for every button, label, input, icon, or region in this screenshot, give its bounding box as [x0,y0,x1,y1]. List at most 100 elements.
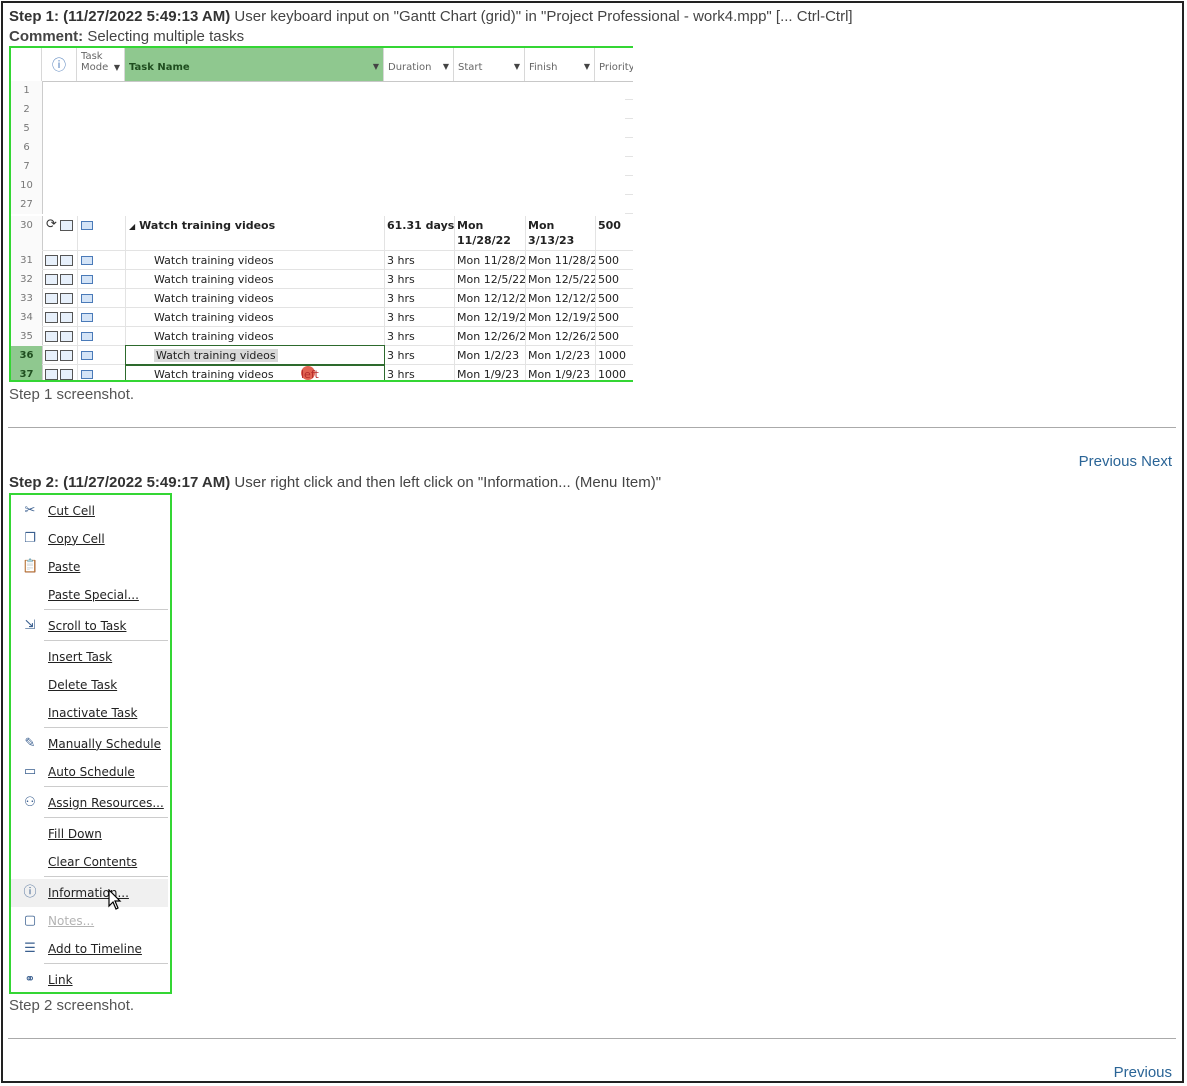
menu-separator [44,817,168,818]
grid-vline [525,216,526,380]
start-cell[interactable]: Mon 12/5/22 [457,270,525,289]
menu-item-clear-contents[interactable]: Clear Contents [11,848,168,876]
priority-cell[interactable]: 500 [598,251,619,270]
priority-cell[interactable]: 500 [598,270,619,289]
priority-cell[interactable]: 500 [598,289,619,308]
summary-priority[interactable]: 500 [598,216,621,235]
row-number[interactable]: 6 [11,138,43,157]
priority-cell[interactable]: 500 [598,308,619,327]
chevron-down-icon[interactable]: ▼ [514,62,520,71]
duration-cell[interactable]: 3 hrs [387,289,415,308]
task-name-cell[interactable]: Watch training videos [154,308,274,327]
summary-start-date[interactable]: 11/28/22 [457,231,511,250]
menu-item-inactivate-task[interactable]: Inactivate Task [11,699,168,727]
finish-cell[interactable]: Mon 1/9/23 [528,365,595,380]
menu-item-link[interactable]: ⚭ Link [11,966,168,994]
row-number[interactable]: 7 [11,157,43,176]
start-cell[interactable]: Mon 1/9/23 [457,365,525,380]
menu-item-notes[interactable]: ▢ Notes... [11,907,168,935]
next-link[interactable]: Next [1141,453,1172,470]
menu-item-assign-resources[interactable]: ⚇ Assign Resources... [11,789,168,817]
finish-cell[interactable]: Mon 12/5/22 [528,270,595,289]
start-cell[interactable]: Mon 1/2/23 [457,346,525,365]
row-number[interactable]: 30 [11,216,43,235]
duration-cell[interactable]: 3 hrs [387,270,415,289]
row-number[interactable]: 35 [11,327,43,346]
menu-item-scroll-to-task[interactable]: ⇲ Scroll to Task [11,612,168,640]
chevron-down-icon[interactable]: ▼ [373,62,379,71]
menu-item-copy-cell[interactable]: ❐ Copy Cell [11,525,168,553]
chevron-down-icon[interactable]: ▼ [114,62,120,73]
row-number[interactable]: 36 [11,346,43,365]
comment-label: Comment: [9,28,84,45]
duration-cell[interactable]: 3 hrs [387,327,415,346]
column-duration[interactable]: Duration ▼ [384,48,454,81]
chevron-down-icon[interactable]: ▼ [584,62,590,71]
task-name-cell[interactable]: Watch training videos [154,327,274,346]
column-task-name[interactable]: Task Name ▼ [125,48,384,81]
row-number[interactable]: 32 [11,270,43,289]
selected-cell-outline [125,364,385,380]
finish-cell[interactable]: Mon 12/26/2 [528,327,595,346]
row-number[interactable]: 5 [11,119,43,138]
row-number[interactable]: 31 [11,251,43,270]
duration-cell[interactable]: 3 hrs [387,308,415,327]
menu-separator [44,640,168,641]
duration-cell[interactable]: 3 hrs [387,346,415,365]
priority-cell[interactable]: 1000 [598,346,626,365]
priority-cell[interactable]: 500 [598,327,619,346]
menu-item-paste-special[interactable]: Paste Special... [11,581,168,609]
row-number[interactable]: 1 [11,81,43,100]
task-notes-icon [60,350,73,361]
start-cell[interactable]: Mon 12/26/2 [457,327,525,346]
corner-cell[interactable] [11,48,42,81]
menu-item-auto-schedule[interactable]: ▭ Auto Schedule [11,758,168,786]
menu-item-manually-schedule[interactable]: ✎ Manually Schedule [11,730,168,758]
finish-cell[interactable]: Mon 12/12/2 [528,289,595,308]
task-name-cell[interactable]: Watch training videos [154,289,274,308]
menu-item-paste[interactable]: 📋 Paste [11,553,168,581]
summary-duration[interactable]: 61.31 days [387,216,454,235]
row-number[interactable]: 27 [11,195,43,214]
column-task-mode[interactable]: Task Mode ▼ [77,48,125,81]
menu-item-fill-down[interactable]: Fill Down [11,820,168,848]
menu-item-information[interactable]: ⓘ Information... [11,879,168,907]
grid-vline [77,216,78,380]
menu-item-label: Assign Resources... [48,796,164,810]
duration-cell[interactable]: 3 hrs [387,251,415,270]
start-cell[interactable]: Mon 11/28/2 [457,251,525,270]
menu-item-add-to-timeline[interactable]: ☰ Add to Timeline [11,935,168,963]
menu-item-insert-task[interactable]: Insert Task [11,643,168,671]
row-number[interactable]: 34 [11,308,43,327]
row-number[interactable]: 37 [11,365,43,380]
start-cell[interactable]: Mon 12/19/2 [457,308,525,327]
finish-cell[interactable]: Mon 12/19/2 [528,308,595,327]
finish-cell[interactable]: Mon 1/2/23 [528,346,595,365]
step2-header: Step 2: (11/27/2022 5:49:17 AM) User rig… [9,474,661,491]
menu-item-delete-task[interactable]: Delete Task [11,671,168,699]
finish-cell[interactable]: Mon 11/28/2 [528,251,595,270]
column-finish[interactable]: Finish ▼ [525,48,595,81]
task-name-cell[interactable]: Watch training videos [154,251,274,270]
auto-schedule-mode-icon [81,332,93,341]
summary-task-name[interactable]: ◢ Watch training videos [129,216,275,235]
duration-cell[interactable]: 3 hrs [387,365,415,380]
info-column-icon[interactable]: ⓘ [42,48,77,81]
start-cell[interactable]: Mon 12/12/2 [457,289,525,308]
previous-link[interactable]: Previous [1114,1064,1172,1081]
menu-item-label: Inactivate Task [48,706,138,720]
previous-link[interactable]: Previous [1079,453,1137,470]
column-priority[interactable]: Priority [595,48,633,81]
row-number[interactable]: 33 [11,289,43,308]
auto-schedule-mode-icon [81,351,93,360]
grid-line [625,99,633,100]
task-name-cell[interactable]: Watch training videos [154,270,274,289]
menu-item-cut-cell[interactable]: ✂ Cut Cell [11,497,168,525]
click-marker-label: left [301,368,319,381]
chevron-down-icon[interactable]: ▼ [443,62,449,71]
summary-finish-date[interactable]: 3/13/23 [528,231,574,250]
row-number[interactable]: 2 [11,100,43,119]
priority-cell[interactable]: 1000 [598,365,626,380]
column-start[interactable]: Start ▼ [454,48,525,81]
row-number[interactable]: 10 [11,176,43,195]
